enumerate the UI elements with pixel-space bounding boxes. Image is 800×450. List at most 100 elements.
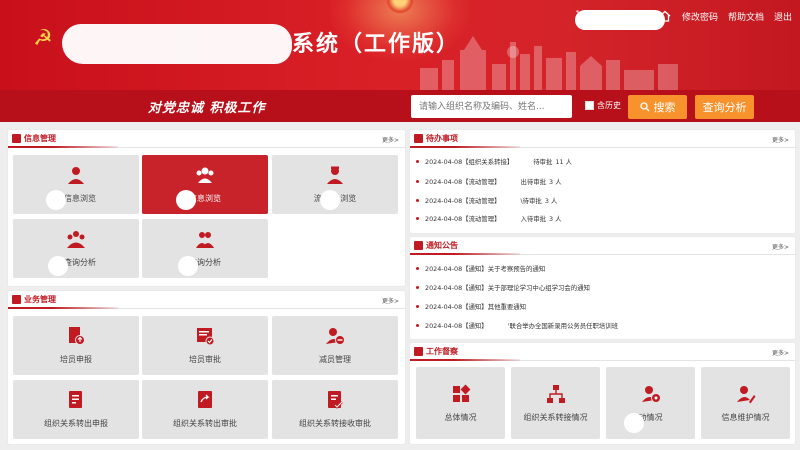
notice-item[interactable]: 2024-04-08 【通知】 关于考察预告的通知	[416, 264, 545, 273]
include-history-checkbox[interactable]: 含历史	[585, 100, 621, 111]
info-management-panel: 信息管理 更多> 织信息浏览 信息浏览 流动 息浏览 织查询分析 查询分析	[8, 130, 405, 286]
notice-panel-title: 通知公告	[426, 241, 458, 250]
tile-org-transfer-status[interactable]: 组织关系转接情况	[511, 367, 600, 439]
transfer-approve-icon	[198, 391, 212, 408]
bullet-dot	[416, 286, 419, 289]
more-link[interactable]: 更多>	[772, 135, 789, 144]
tile-label: 培员申报	[60, 355, 92, 364]
panel-title: 信息管理	[8, 133, 118, 148]
notice-date: 2024-04-08	[425, 302, 463, 311]
notice-tag: 【通知】	[462, 265, 488, 273]
notice-text: 关于考察预告的通知	[487, 265, 546, 273]
flow-icon	[641, 385, 661, 403]
notice-text: 其他重要通知	[487, 303, 527, 311]
tile-member-reduce[interactable]: 减员管理	[272, 316, 398, 375]
maintain-icon	[736, 385, 755, 403]
redaction-dot	[48, 256, 68, 276]
tile-label: 总体情况	[444, 412, 477, 422]
query-analysis-button[interactable]: 查询分析	[695, 95, 754, 119]
notice-item[interactable]: 2024-04-08 【通知】 '联合举办全国新录用公务员任职培训班	[416, 321, 618, 330]
change-password-link[interactable]: 修改密码	[682, 10, 718, 23]
tile-label: 组织关系转出审批	[173, 419, 237, 428]
notice-tag: 【通知】	[462, 322, 488, 330]
header-banner: ☭ 系统（工作版） 11000000000 修改密码 帮助文档 退出	[0, 0, 800, 90]
business-panel-title: 业务管理	[24, 295, 56, 304]
slogan: 对党忠诚 积极工作	[148, 101, 266, 116]
help-docs-link[interactable]: 帮助文档	[728, 10, 764, 23]
redaction-dot	[320, 190, 340, 210]
info-panel-title: 信息管理	[24, 134, 56, 143]
include-history-label: 含历史	[597, 101, 621, 110]
tile-org-query-analysis[interactable]: 织查询分析	[13, 219, 139, 278]
title-underline	[410, 253, 520, 255]
tile-mobile-status[interactable]: 动情况	[606, 367, 695, 439]
todo-tag: 【流动管理】	[462, 215, 501, 223]
tile-info-maintain-status[interactable]: 信息维护情况	[701, 367, 790, 439]
top-links: 修改密码 帮助文档 退出	[658, 8, 792, 24]
more-link[interactable]: 更多>	[382, 135, 399, 144]
more-link[interactable]: 更多>	[772, 242, 789, 251]
notice-item[interactable]: 2024-04-08 【通知】 其他重要通知	[416, 302, 526, 311]
transfer-out-icon	[69, 391, 82, 408]
user-name: 11000000000	[575, 10, 638, 20]
tile-transfer-receive-approve[interactable]: 组织关系转接收审批	[272, 380, 398, 439]
redaction-dot	[624, 413, 644, 433]
group-icon	[196, 167, 214, 183]
more-link[interactable]: 更多>	[382, 296, 399, 305]
tile-member-info-browse[interactable]: 信息浏览	[142, 155, 268, 214]
title-underline	[410, 146, 520, 148]
tile-member-approve[interactable]: 培员审批	[142, 316, 268, 375]
tile-transfer-out-approve[interactable]: 组织关系转出审批	[142, 380, 268, 439]
bullet-dot	[416, 199, 419, 202]
business-management-panel: 业务管理 更多> 培员申报 培员审批 减员管理 组织关系转出申报 组织关系转出审…	[8, 291, 405, 444]
notice-item[interactable]: 2024-04-08 【通知】 关于部理论学习中心组学习会的通知	[416, 283, 590, 292]
tile-overall-status[interactable]: 总体情况	[416, 367, 505, 439]
logout-link[interactable]: 退出	[774, 10, 792, 23]
redaction-dot	[178, 256, 198, 276]
checkbox-box[interactable]	[585, 101, 594, 110]
redaction-dot	[46, 190, 66, 210]
tile-label: 组织关系转出申报	[44, 419, 108, 428]
panel-title: 工作督察	[410, 346, 520, 361]
minus-user-icon	[326, 328, 345, 345]
bullet-dot	[416, 217, 419, 220]
tile-org-info-browse[interactable]: 织信息浏览	[13, 155, 139, 214]
supervision-icon	[414, 347, 423, 356]
title-underline	[410, 359, 520, 361]
tile-transfer-out-apply[interactable]: 组织关系转出申报	[13, 380, 139, 439]
panel-title: 业务管理	[8, 294, 118, 309]
search-input[interactable]	[411, 95, 572, 118]
title-redaction	[62, 24, 292, 64]
todo-date: 2024-04-08	[425, 214, 463, 223]
todo-count: 3 人	[549, 178, 562, 186]
notice-icon	[414, 241, 423, 250]
people-icon	[196, 232, 214, 248]
tile-member-apply[interactable]: 培员申报	[13, 316, 139, 375]
org-transfer-icon	[546, 384, 565, 403]
todo-text: 出待审批	[520, 178, 547, 186]
tile-member-query-analysis[interactable]: 查询分析	[142, 219, 268, 278]
national-emblem-icon	[386, 0, 414, 14]
info-icon	[12, 134, 21, 143]
approve-icon	[197, 328, 215, 346]
todo-text: 入待审批	[520, 215, 547, 223]
notice-date: 2024-04-08	[425, 321, 463, 330]
search-button[interactable]: 搜索	[628, 95, 687, 119]
panel-header: 工作督察 更多>	[410, 343, 795, 361]
work-supervision-panel: 工作督察 更多> 总体情况 组织关系转接情况 动情况 信息维护情况	[410, 343, 795, 444]
tile-label: 组织关系转接情况	[523, 412, 588, 422]
todo-item[interactable]: 2024-04-08 【流动管理】 出待审批 3 人	[416, 177, 562, 186]
panel-header: 通知公告 更多>	[410, 237, 795, 255]
redaction-dot	[176, 190, 196, 210]
notice-panel: 通知公告 更多> 2024-04-08 【通知】 关于考察预告的通知 2024-…	[410, 237, 795, 339]
team-icon	[67, 231, 85, 248]
todo-item[interactable]: 2024-04-08 【流动管理】 入待审批 3 人	[416, 214, 562, 223]
notice-tag: 【通知】	[462, 284, 488, 292]
more-link[interactable]: 更多>	[772, 348, 789, 357]
home-icon[interactable]	[658, 9, 672, 23]
worker-icon	[327, 166, 343, 184]
todo-date: 2024-04-08	[425, 196, 463, 205]
todo-item[interactable]: 2024-04-08 【流动管理】 \待审批 3 人	[416, 196, 557, 205]
todo-count: 3 人	[544, 197, 558, 205]
todo-item[interactable]: 2024-04-08 【组织关系转接】 待审批 11 人	[416, 157, 572, 166]
